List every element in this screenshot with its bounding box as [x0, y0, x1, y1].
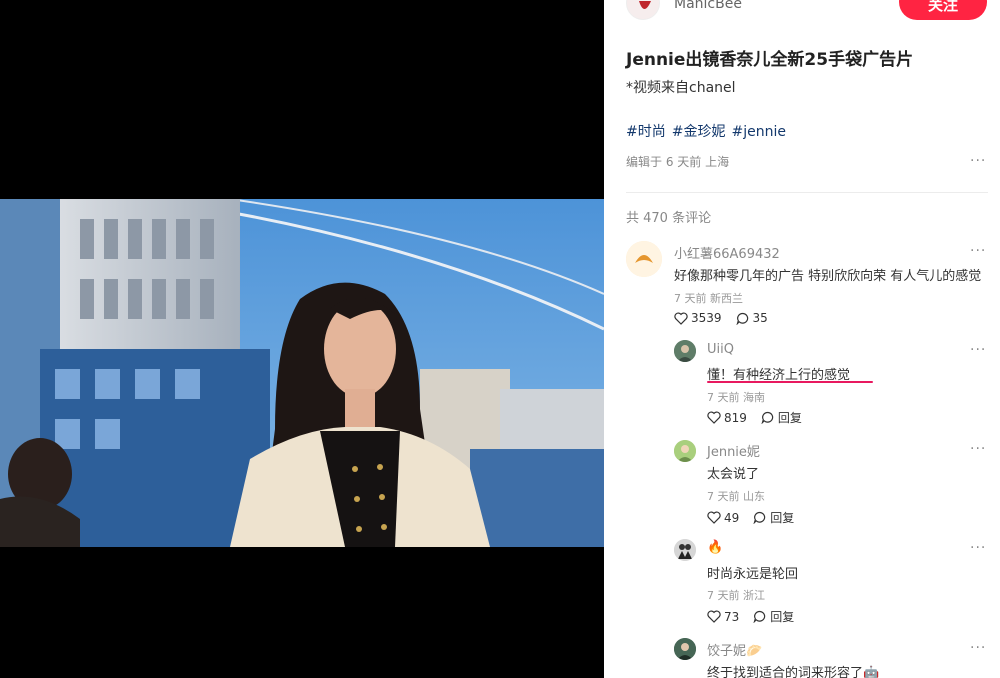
reply-avatar[interactable] — [674, 539, 696, 561]
heart-outline-icon — [707, 610, 721, 623]
reply-button[interactable]: 回复 — [753, 608, 794, 625]
reply-meta: 7 天前 海南 — [707, 391, 765, 404]
reply-actions: 49 回复 — [707, 509, 808, 526]
highlight-underline — [707, 381, 873, 383]
reply-user-name[interactable]: Jennie妮 — [707, 441, 760, 460]
reply-actions: 73 回复 — [707, 608, 808, 625]
reply-label: 回复 — [770, 610, 795, 624]
reply-meta: 7 天前 浙江 — [707, 589, 765, 602]
user-avatar-icon — [674, 638, 696, 660]
like-button[interactable]: 819 — [707, 411, 747, 425]
author-name[interactable]: ManicBee — [674, 0, 742, 12]
post-detail-panel: ManicBee 关注 Jennie出镜香奈儿全新25手袋广告片 *视频来自ch… — [604, 0, 1000, 678]
heart-outline-icon — [707, 411, 721, 424]
like-button[interactable]: 49 — [707, 511, 739, 525]
like-count: 819 — [724, 410, 747, 425]
reply-button[interactable]: 回复 — [761, 409, 802, 426]
divider — [626, 192, 988, 193]
comment-count: 共 470 条评论 — [626, 211, 712, 226]
reply-count-button[interactable]: 35 — [736, 311, 768, 325]
reply-more-icon[interactable]: ··· — [970, 441, 986, 457]
video-still-image — [0, 199, 604, 547]
heart-outline-icon — [707, 511, 721, 524]
reply-user-name[interactable]: 饺子妮🥟 — [707, 640, 762, 659]
comment-user-name[interactable]: 小红薯66A69432 — [674, 243, 780, 262]
comment-avatar[interactable] — [626, 241, 662, 277]
reply-more-icon[interactable]: ··· — [970, 342, 986, 358]
tag-link[interactable]: #时尚 — [626, 124, 666, 140]
video-frame[interactable] — [0, 199, 604, 547]
comment-meta: 7 天前 新西兰 — [674, 292, 743, 305]
comment-bubble-icon — [753, 511, 766, 524]
tag-list: #时尚 #金珍妮 #jennie — [626, 121, 792, 141]
user-avatar-icon — [674, 440, 696, 462]
reply-user-name[interactable]: UiiQ — [707, 342, 734, 357]
comment-more-icon[interactable]: ··· — [970, 243, 986, 259]
tag-link[interactable]: #jennie — [731, 124, 785, 140]
reply-text: 太会说了 — [707, 467, 760, 482]
comment-bubble-icon — [753, 610, 766, 623]
reply-avatar[interactable] — [674, 340, 696, 362]
like-button[interactable]: 73 — [707, 610, 739, 624]
reply-actions: 819 回复 — [707, 409, 816, 426]
post-more-icon[interactable]: ··· — [970, 153, 986, 169]
follow-button[interactable]: 关注 — [899, 0, 987, 20]
comment-bubble-icon — [761, 411, 774, 424]
reply-count: 35 — [752, 311, 768, 325]
user-avatar-icon — [674, 340, 696, 362]
author-avatar[interactable] — [626, 0, 660, 20]
post-description: *视频来自chanel — [626, 80, 736, 96]
video-player[interactable] — [0, 0, 604, 678]
reply-meta: 7 天前 山东 — [707, 490, 765, 503]
reply-label: 回复 — [777, 411, 802, 425]
heart-outline-icon — [674, 311, 688, 325]
post-title: Jennie出镜香奈儿全新25手袋广告片 — [626, 50, 914, 70]
reply-user-name[interactable]: 🔥 — [707, 540, 723, 555]
like-button[interactable]: 3539 — [674, 311, 722, 325]
reply-text: 时尚永远是轮回 — [707, 567, 799, 582]
reply-label: 回复 — [770, 511, 795, 525]
author-row: ManicBee 关注 — [626, 0, 988, 22]
reply-avatar[interactable] — [674, 440, 696, 462]
reply-more-icon[interactable]: ··· — [970, 640, 986, 656]
tag-link[interactable]: #金珍妮 — [672, 124, 726, 140]
like-count: 3539 — [691, 311, 722, 325]
comment-actions: 3539 35 — [674, 311, 782, 325]
like-count: 49 — [724, 510, 740, 525]
reply-more-icon[interactable]: ··· — [970, 540, 986, 556]
post-meta: 编辑于 6 天前 上海 — [626, 155, 730, 169]
app-window: ManicBee 关注 Jennie出镜香奈儿全新25手袋广告片 *视频来自ch… — [0, 0, 1000, 678]
avatar-image — [627, 0, 659, 19]
user-avatar-icon — [674, 539, 696, 561]
comment-text: 好像那种零几年的广告 特别欣欣向荣 有人气儿的感觉 — [674, 269, 982, 284]
like-count: 73 — [724, 609, 740, 624]
reply-button[interactable]: 回复 — [753, 509, 794, 526]
reply-avatar[interactable] — [674, 638, 696, 660]
comment-bubble-icon — [736, 312, 748, 325]
reply-text: 终于找到适合的词来形容了🤖 — [707, 666, 880, 678]
croissant-avatar-icon — [626, 241, 662, 277]
